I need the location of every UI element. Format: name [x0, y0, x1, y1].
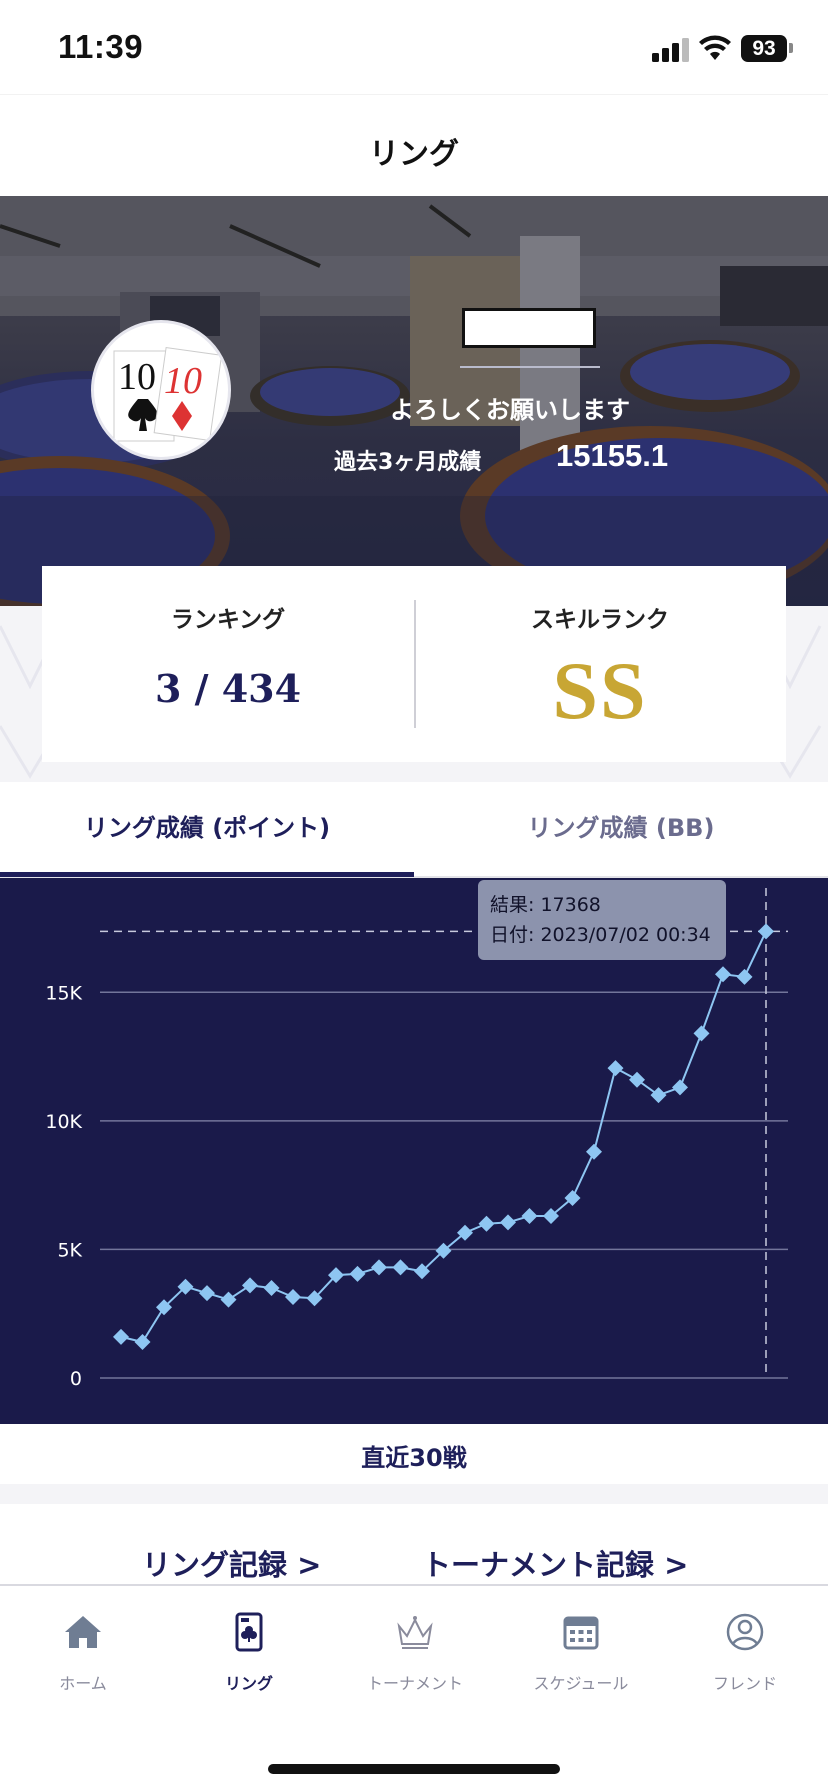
app-screen: 11:39 93 リング 10 10 よろしくお願いします 過去3ヶ月成績 15…: [0, 0, 828, 1792]
battery-icon: 93: [741, 35, 787, 62]
y-tick-label: 0: [70, 1368, 82, 1390]
tooltip-date: 日付: 2023/07/02 00:34: [490, 920, 714, 950]
active-tab-indicator: [0, 872, 414, 877]
tooltip-result: 結果: 17368: [490, 890, 714, 920]
tooltip-result-label: 結果:: [490, 894, 535, 916]
data-point: [478, 1215, 495, 1232]
signal-icon: [652, 38, 690, 62]
ranking-value: 3 / 434: [154, 666, 302, 711]
tooltip-result-value: 17368: [540, 894, 601, 916]
y-tick-label: 5K: [57, 1239, 82, 1261]
calendar-icon: [563, 1616, 599, 1650]
playing-cards-icon: 10 10: [113, 346, 223, 442]
data-point: [693, 1025, 710, 1042]
nav-label-friend: フレンド: [712, 1674, 777, 1693]
data-point: [758, 923, 774, 940]
data-point: [113, 1328, 129, 1345]
record-value: 15155.1: [556, 438, 669, 473]
data-point: [220, 1291, 237, 1308]
ring-record-link[interactable]: リング記録 >: [142, 1542, 321, 1584]
ring-results-chart[interactable]: 0 5K 10K 15K 結果: 17368 日付: 2023/07/02 00:34: [0, 878, 828, 1424]
data-point: [242, 1277, 258, 1294]
nav-label-tournament: トーナメント: [366, 1674, 463, 1693]
data-point: [263, 1280, 280, 1296]
username-redacted: [462, 308, 596, 348]
y-tick-label: 10K: [45, 1111, 82, 1133]
avatar[interactable]: 10 10: [91, 320, 231, 460]
record-links: リング記録 > トーナメント記録 >: [0, 1504, 828, 1584]
user-icon: [726, 1613, 764, 1651]
skill-rank-value: SS: [552, 645, 648, 736]
tooltip-date-label: 日付:: [490, 924, 535, 946]
nav-item-home[interactable]: ホーム: [0, 1586, 166, 1706]
recent-games-label: 直近30戦: [361, 1444, 467, 1472]
data-point: [586, 1143, 602, 1160]
pattern-strip: [0, 1484, 828, 1504]
data-point: [134, 1334, 151, 1350]
nav-label-schedule: スケジュール: [533, 1674, 629, 1693]
card-icon: [235, 1612, 263, 1652]
battery-tip: [789, 43, 793, 53]
tooltip-date-value: 2023/07/02 00:34: [540, 924, 711, 946]
data-point: [521, 1208, 538, 1224]
bottom-navigation: ホーム リング トーナメント スケジュール フレンド: [0, 1584, 828, 1792]
nav-label-home: ホーム: [59, 1674, 107, 1693]
page-title: リング: [369, 137, 459, 172]
nav-item-ring[interactable]: リング: [166, 1586, 332, 1706]
tab-ring-bb[interactable]: リング成績 (BB): [414, 782, 828, 878]
data-point: [736, 968, 753, 985]
tournament-record-link[interactable]: トーナメント記録 >: [422, 1542, 688, 1584]
stats-card: ランキング 3 / 434 スキルランク SS: [42, 566, 786, 762]
data-point: [500, 1214, 516, 1231]
skill-rank-label: スキルランク: [531, 607, 669, 633]
home-icon: [65, 1616, 101, 1648]
svg-text:10: 10: [118, 356, 156, 398]
tab-ring-points[interactable]: リング成績 (ポイント): [0, 782, 414, 878]
data-point: [199, 1285, 215, 1302]
nav-item-tournament[interactable]: トーナメント: [332, 1586, 498, 1706]
crown-icon: [397, 1616, 433, 1649]
nav-label-ring: リング: [224, 1674, 273, 1693]
data-point: [285, 1289, 301, 1305]
nav-header: リング: [0, 94, 828, 196]
status-bar: 11:39 93: [0, 0, 828, 94]
y-tick-label: 15K: [45, 982, 82, 1004]
chart-tooltip: 結果: 17368 日付: 2023/07/02 00:34: [478, 880, 726, 960]
data-point: [672, 1079, 688, 1096]
data-point: [607, 1060, 624, 1077]
data-point: [629, 1071, 645, 1088]
data-point: [650, 1087, 667, 1104]
chart-tabs: リング成績 (ポイント) リング成績 (BB): [0, 782, 828, 878]
status-time: 11:39: [58, 28, 144, 65]
data-point: [349, 1265, 366, 1282]
profile-greeting: よろしくお願いします: [390, 396, 630, 424]
data-point: [392, 1259, 409, 1276]
data-point: [715, 966, 731, 983]
home-indicator: [268, 1764, 560, 1774]
record-label: 過去3ヶ月成績: [334, 450, 482, 475]
ranking-section: ランキング 3 / 434: [42, 566, 414, 762]
recent-games-bar: 直近30戦: [0, 1424, 828, 1484]
nav-item-friend[interactable]: フレンド: [662, 1586, 828, 1706]
wifi-icon: [699, 35, 731, 60]
skill-rank-section: スキルランク SS: [414, 566, 786, 762]
data-point: [371, 1259, 387, 1276]
svg-text:10: 10: [164, 360, 202, 402]
name-underline: [460, 366, 600, 368]
ranking-label: ランキング: [170, 607, 286, 633]
profile-hero: 10 10 よろしくお願いします 過去3ヶ月成績 15155.1: [0, 196, 828, 606]
nav-item-schedule[interactable]: スケジュール: [498, 1586, 664, 1706]
